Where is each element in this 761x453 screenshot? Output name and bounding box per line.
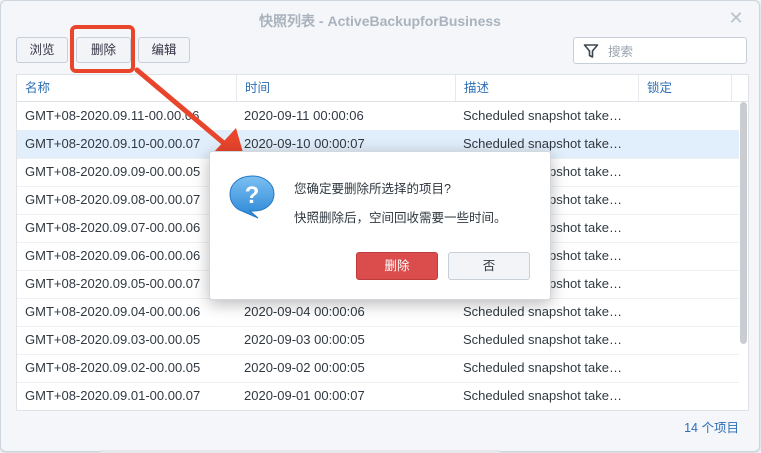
cell-name: GMT+08-2020.09.11-00.00.06	[25, 108, 200, 123]
cell-time: 2020-09-04 00:00:06	[244, 304, 365, 319]
table-row[interactable]: GMT+08-2020.09.01-00.00.07 2020-09-01 00:…	[17, 382, 739, 410]
cancel-button[interactable]: 否	[448, 252, 530, 280]
cell-name: GMT+08-2020.09.02-00.00.05	[25, 360, 201, 375]
cell-description: Scheduled snapshot take…	[463, 108, 622, 123]
table-row[interactable]: GMT+08-2020.09.11-00.00.06 2020-09-11 00:…	[17, 102, 739, 131]
cell-time: 2020-09-03 00:00:05	[244, 332, 365, 347]
column-header-description[interactable]: 描述	[456, 75, 639, 101]
table-row[interactable]: GMT+08-2020.09.04-00.00.06 2020-09-04 00:…	[17, 298, 739, 327]
cell-locked	[647, 298, 737, 326]
confirm-delete-button[interactable]: 删除	[356, 252, 438, 280]
cell-time: 2020-09-11 00:00:06	[244, 108, 364, 123]
search-box[interactable]	[573, 37, 747, 64]
browse-button[interactable]: 浏览	[16, 37, 68, 63]
cell-locked	[647, 326, 737, 354]
cell-name: GMT+08-2020.09.03-00.00.05	[25, 332, 201, 347]
vertical-scrollbar[interactable]	[740, 102, 747, 344]
cell-locked	[647, 102, 737, 130]
cell-description: Scheduled snapshot take…	[463, 332, 622, 347]
cell-locked	[647, 158, 737, 186]
svg-text:?: ?	[245, 182, 260, 209]
dialog-detail: 快照删除后，空间回收需要一些时间。	[294, 211, 507, 225]
cell-name: GMT+08-2020.09.09-00.00.05	[25, 164, 201, 179]
cell-description: Scheduled snapshot take…	[463, 304, 622, 319]
cell-name: GMT+08-2020.09.04-00.00.06	[25, 304, 201, 319]
annotation-highlight-box	[70, 25, 135, 73]
cell-locked	[647, 382, 737, 410]
edit-button[interactable]: 编辑	[138, 37, 190, 63]
question-icon: ?	[229, 175, 275, 219]
cell-name: GMT+08-2020.09.01-00.00.07	[25, 388, 201, 403]
cell-locked	[647, 354, 737, 382]
cell-name: GMT+08-2020.09.10-00.00.07	[25, 136, 201, 151]
cell-locked	[647, 242, 737, 270]
filter-icon[interactable]	[583, 43, 599, 59]
cell-name: GMT+08-2020.09.07-00.00.06	[25, 220, 201, 235]
cell-name: GMT+08-2020.09.06-00.00.06	[25, 248, 201, 263]
cell-description: Scheduled snapshot take…	[463, 360, 622, 375]
dialog-message: 您确定要删除所选择的项目?	[294, 182, 451, 196]
cell-description: Scheduled snapshot take…	[463, 388, 622, 403]
cell-locked	[647, 214, 737, 242]
column-header-name[interactable]: 名称	[17, 75, 237, 101]
table-row[interactable]: GMT+08-2020.09.03-00.00.05 2020-09-03 00:…	[17, 326, 739, 355]
search-input[interactable]	[606, 42, 740, 62]
column-header-time[interactable]: 时间	[237, 75, 456, 101]
cell-name: GMT+08-2020.09.05-00.00.07	[25, 276, 201, 291]
cell-locked	[647, 270, 737, 298]
column-header-locked[interactable]: 锁定	[639, 75, 732, 101]
table-header: 名称 时间 描述 锁定	[17, 75, 748, 102]
cell-name: GMT+08-2020.09.08-00.00.07	[25, 192, 201, 207]
cell-time: 2020-09-02 00:00:05	[244, 360, 365, 375]
cell-time: 2020-09-01 00:00:07	[244, 388, 365, 403]
cell-locked	[647, 186, 737, 214]
confirm-delete-dialog: ? 您确定要删除所选择的项目? 快照删除后，空间回收需要一些时间。 删除 否	[209, 151, 551, 300]
close-icon[interactable]: ✕	[727, 9, 745, 27]
item-count: 14 个项目	[684, 421, 739, 435]
cell-locked	[647, 130, 737, 158]
table-row[interactable]: GMT+08-2020.09.02-00.00.05 2020-09-02 00:…	[17, 354, 739, 383]
